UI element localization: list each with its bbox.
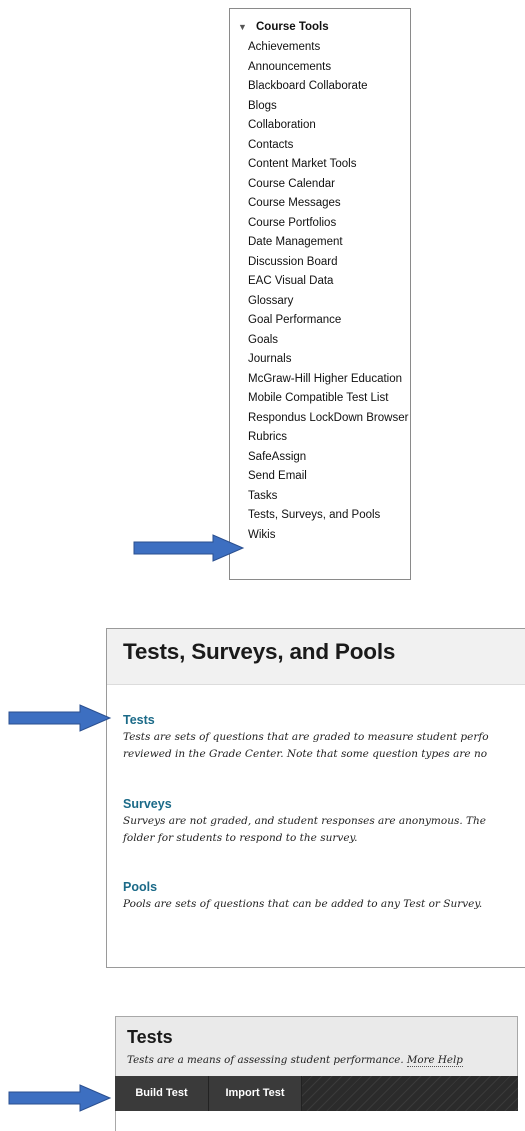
tests-description-line-1: Tests are sets of questions that are gra… xyxy=(123,731,489,743)
tool-item-glossary[interactable]: Glossary xyxy=(248,295,410,308)
surveys-description-line-1: Surveys are not graded, and student resp… xyxy=(123,815,486,827)
tool-item-contacts[interactable]: Contacts xyxy=(248,139,410,152)
right-arrow-icon xyxy=(8,704,112,732)
tests-surveys-pools-panel: Tests, Surveys, and Pools Tests Tests ar… xyxy=(106,628,525,968)
tool-item-respondus-lockdown-browser[interactable]: Respondus LockDown Browser xyxy=(248,412,410,425)
tool-item-course-calendar[interactable]: Course Calendar xyxy=(248,178,410,191)
tool-item-safeassign[interactable]: SafeAssign xyxy=(248,451,410,464)
tests-subtitle-text: Tests are a means of assessing student p… xyxy=(127,1054,404,1066)
tool-item-blackboard-collaborate[interactable]: Blackboard Collaborate xyxy=(248,80,410,93)
course-tools-panel: ▼ Course Tools Achievements Announcement… xyxy=(229,8,411,580)
tool-item-course-portfolios[interactable]: Course Portfolios xyxy=(248,217,410,230)
tool-item-blogs[interactable]: Blogs xyxy=(248,100,410,113)
tool-item-tasks[interactable]: Tasks xyxy=(248,490,410,503)
tool-item-announcements[interactable]: Announcements xyxy=(248,61,410,74)
tests-toolbar: Build Test Import Test xyxy=(115,1076,518,1111)
tests-link[interactable]: Tests xyxy=(123,713,155,727)
tool-item-mobile-compatible-test-list[interactable]: Mobile Compatible Test List xyxy=(248,392,410,405)
course-tools-title: Course Tools xyxy=(256,21,329,33)
more-help-link[interactable]: More Help xyxy=(406,1054,463,1067)
tool-item-mcgraw-hill[interactable]: McGraw-Hill Higher Education xyxy=(248,373,410,386)
tool-item-rubrics[interactable]: Rubrics xyxy=(248,431,410,444)
tool-item-goals[interactable]: Goals xyxy=(248,334,410,347)
import-test-button[interactable]: Import Test xyxy=(209,1076,302,1111)
tool-item-eac-visual-data[interactable]: EAC Visual Data xyxy=(248,275,410,288)
tool-item-tests-surveys-pools[interactable]: Tests, Surveys, and Pools xyxy=(248,509,410,522)
tests-page-title: Tests xyxy=(127,1027,173,1047)
course-tools-header[interactable]: ▼ Course Tools xyxy=(238,18,329,36)
tool-item-discussion-board[interactable]: Discussion Board xyxy=(248,256,410,269)
page-title: Tests, Surveys, and Pools xyxy=(123,639,396,664)
pools-link[interactable]: Pools xyxy=(123,880,157,894)
tool-item-course-messages[interactable]: Course Messages xyxy=(248,197,410,210)
tests-description-line-2: reviewed in the Grade Center. Note that … xyxy=(123,748,488,760)
build-test-button[interactable]: Build Test xyxy=(115,1076,209,1111)
tool-item-wikis[interactable]: Wikis xyxy=(248,529,410,542)
tests-page-subtitle: Tests are a means of assessing student p… xyxy=(127,1054,463,1067)
tool-item-collaboration[interactable]: Collaboration xyxy=(248,119,410,132)
surveys-link[interactable]: Surveys xyxy=(123,797,172,811)
tests-content-area xyxy=(115,1111,519,1131)
course-tools-list: Achievements Announcements Blackboard Co… xyxy=(248,41,410,548)
caret-down-icon[interactable]: ▼ xyxy=(238,22,249,32)
page-header: Tests, Surveys, and Pools xyxy=(107,629,525,685)
tool-item-content-market-tools[interactable]: Content Market Tools xyxy=(248,158,410,171)
tool-item-date-management[interactable]: Date Management xyxy=(248,236,410,249)
tool-item-journals[interactable]: Journals xyxy=(248,353,410,366)
surveys-description-line-2: folder for students to respond to the su… xyxy=(123,832,358,844)
right-arrow-icon xyxy=(8,1084,112,1112)
pools-description-line-1: Pools are sets of questions that can be … xyxy=(123,898,483,910)
tool-item-send-email[interactable]: Send Email xyxy=(248,470,410,483)
tool-item-achievements[interactable]: Achievements xyxy=(248,41,410,54)
tests-page-header: Tests Tests are a means of assessing stu… xyxy=(115,1016,518,1076)
right-arrow-icon xyxy=(133,534,245,562)
tool-item-goal-performance[interactable]: Goal Performance xyxy=(248,314,410,327)
